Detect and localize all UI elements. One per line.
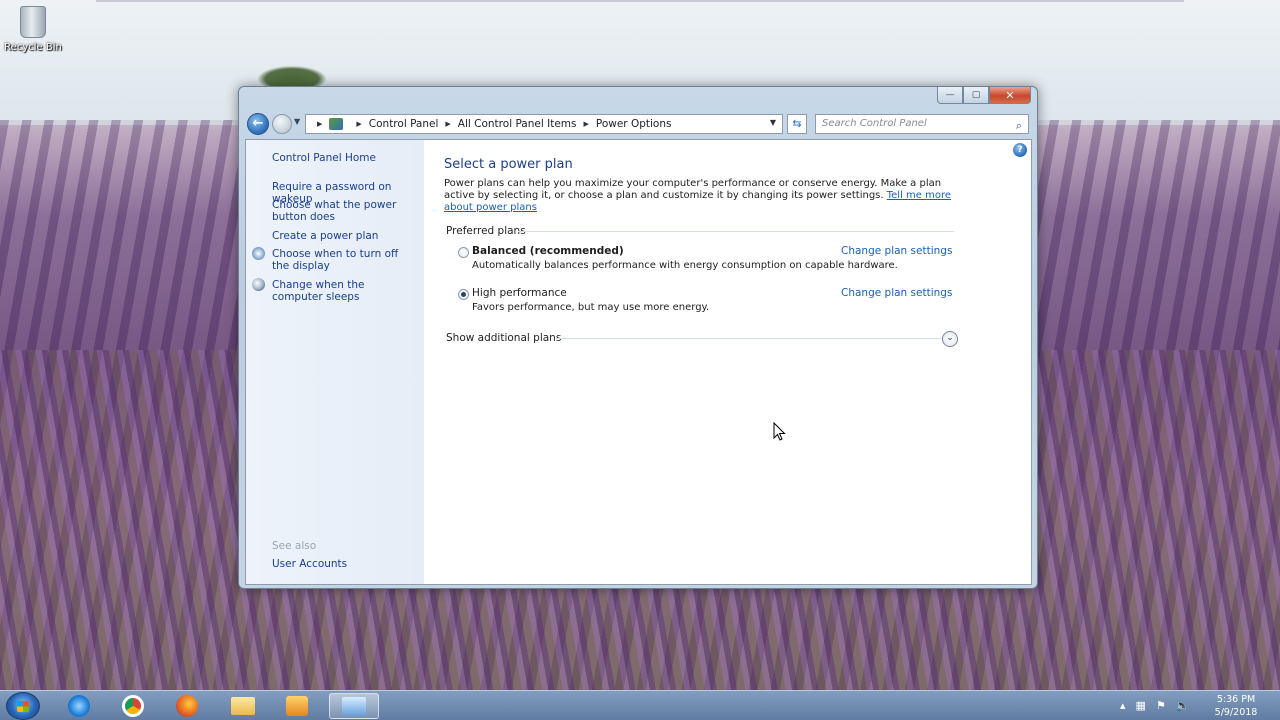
taskbar-internet-explorer[interactable] (54, 693, 104, 719)
recycle-bin-shortcut[interactable]: Recycle Bin (4, 6, 62, 53)
taskbar-media-player[interactable] (272, 693, 322, 719)
search-input[interactable]: Search Control Panel ⌕ (815, 114, 1029, 134)
refresh-icon: ⇆ (792, 117, 802, 130)
control-panel-taskbar-icon (342, 697, 366, 715)
firefox-icon (176, 695, 198, 717)
user-accounts-link[interactable]: User Accounts (272, 558, 347, 570)
minimize-button[interactable]: — (937, 87, 963, 104)
balanced-plan-name[interactable]: Balanced (recommended) (472, 245, 624, 257)
internet-explorer-icon (68, 695, 90, 717)
computer-sleeps-link[interactable]: Change when the computer sleeps (272, 279, 417, 303)
taskbar: ▴ ▦ ⚑ 🔈 5:36 PM 5/9/2018 (0, 690, 1280, 720)
breadcrumb-separator-icon: ▶ (356, 120, 362, 128)
screen-top-line (96, 0, 1184, 2)
page-title: Select a power plan (444, 157, 573, 172)
balanced-change-settings-link[interactable]: Change plan settings (841, 245, 952, 257)
content-area: Control Panel Home Require a password on… (245, 139, 1032, 585)
close-button[interactable]: ✕ (989, 87, 1031, 104)
turn-off-display-link[interactable]: Choose when to turn off the display (272, 248, 417, 272)
recent-pages-button[interactable]: ▼ (294, 117, 300, 126)
media-player-icon (286, 696, 308, 716)
page-description: Power plans can help you maximize your c… (444, 178, 959, 214)
start-button[interactable] (6, 692, 40, 720)
power-button-link[interactable]: Choose what the power button does (272, 199, 422, 223)
clock-time: 5:36 PM (1216, 694, 1256, 705)
balanced-plan-description: Automatically balances performance with … (472, 260, 898, 271)
breadcrumb-all-items[interactable]: All Control Panel Items (458, 118, 577, 130)
high-performance-plan-description: Favors performance, but may use more ene… (472, 302, 710, 313)
control-panel-home-link[interactable]: Control Panel Home (272, 152, 376, 164)
address-dropdown-icon[interactable]: ▼ (770, 118, 776, 127)
mouse-cursor-icon (773, 422, 786, 441)
action-center-flag-icon[interactable]: ⚑ (1156, 699, 1166, 712)
display-icon (252, 247, 265, 260)
refresh-button[interactable]: ⇆ (787, 114, 807, 134)
recycle-bin-label: Recycle Bin (4, 42, 62, 53)
folder-icon (231, 697, 255, 715)
maximize-button[interactable]: ▢ (963, 87, 989, 104)
breadcrumb-control-panel[interactable]: Control Panel (369, 118, 439, 130)
left-task-pane: Control Panel Home Require a password on… (246, 140, 424, 584)
high-performance-change-settings-link[interactable]: Change plan settings (841, 287, 952, 299)
system-tray: ▴ ▦ ⚑ 🔈 (1120, 699, 1190, 712)
chevron-down-icon: ▼ (294, 117, 301, 126)
balanced-radio[interactable] (458, 247, 469, 258)
taskbar-firefox[interactable] (162, 693, 212, 719)
taskbar-chrome[interactable] (108, 693, 158, 719)
high-performance-radio[interactable] (458, 289, 469, 300)
help-icon[interactable]: ? (1013, 143, 1027, 157)
create-power-plan-link[interactable]: Create a power plan (272, 230, 422, 242)
high-performance-plan-name[interactable]: High performance (472, 287, 567, 299)
expand-chevron-icon[interactable]: ⌄ (942, 331, 958, 347)
taskbar-clock[interactable]: 5:36 PM 5/9/2018 (1208, 693, 1264, 719)
clock-date: 5/9/2018 (1214, 707, 1258, 718)
back-button[interactable]: ← (247, 113, 269, 135)
show-hidden-icons-icon[interactable]: ▴ (1120, 699, 1126, 712)
breadcrumb-separator-icon: ▶ (445, 120, 451, 128)
preferred-plans-header: Preferred plans (446, 225, 526, 237)
search-icon[interactable]: ⌕ (1016, 117, 1022, 135)
preferred-plans-divider (518, 231, 954, 232)
window-controls: — ▢ ✕ (937, 87, 1031, 104)
breadcrumb-separator-icon: ▶ (583, 120, 589, 128)
control-panel-icon (329, 118, 344, 130)
arrow-left-icon: ← (252, 116, 264, 131)
power-options-window: — ▢ ✕ ← ▼ ▶ ▶ Control Panel ▶ All Contro… (238, 86, 1038, 589)
address-bar[interactable]: ▶ ▶ Control Panel ▶ All Control Panel It… (305, 114, 783, 134)
recycle-bin-icon (20, 6, 46, 38)
show-additional-plans[interactable]: Show additional plans (446, 332, 561, 344)
volume-icon[interactable]: 🔈 (1176, 699, 1190, 712)
sleep-moon-icon (252, 278, 265, 291)
forward-button[interactable] (272, 114, 292, 134)
navigation-bar: ← ▼ ▶ ▶ Control Panel ▶ All Control Pane… (247, 113, 1031, 135)
page-description-text: Power plans can help you maximize your c… (444, 178, 942, 201)
taskbar-file-explorer[interactable] (218, 693, 268, 719)
see-also-header: See also (272, 540, 317, 552)
additional-plans-divider (556, 338, 946, 339)
breadcrumb-separator-icon: ▶ (317, 120, 323, 128)
taskbar-control-panel[interactable] (329, 693, 379, 719)
chrome-icon (122, 695, 144, 717)
breadcrumb-power-options[interactable]: Power Options (596, 118, 672, 130)
network-icon[interactable]: ▦ (1136, 699, 1146, 712)
search-placeholder: Search Control Panel (822, 118, 927, 129)
